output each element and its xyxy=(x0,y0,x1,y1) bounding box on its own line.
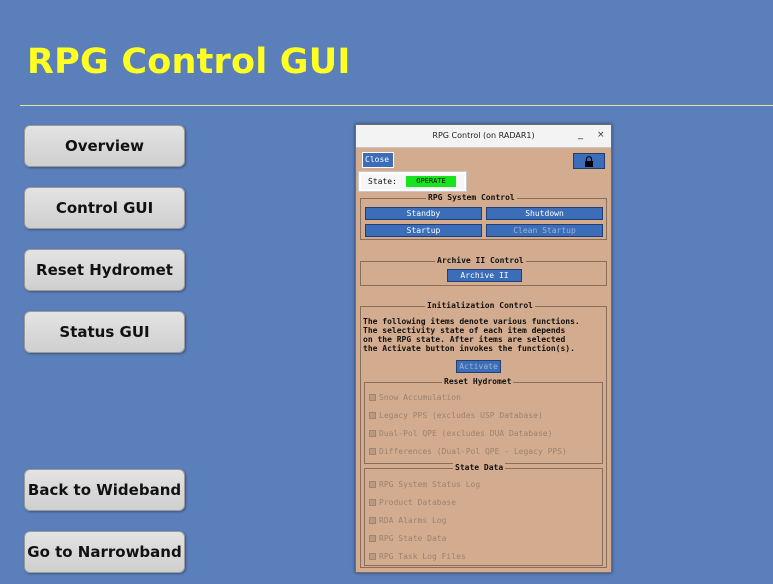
state-value-badge: OPERATE xyxy=(406,176,456,187)
lock-icon xyxy=(585,156,593,167)
product-database-option[interactable]: Product Database xyxy=(369,498,456,507)
checkbox[interactable] xyxy=(369,481,376,488)
checkbox[interactable] xyxy=(369,535,376,542)
system-control-group: RPG System Control Standby Shutdown Star… xyxy=(360,193,607,240)
system-control-label: RPG System Control xyxy=(426,193,517,202)
checkbox[interactable] xyxy=(369,448,376,455)
control-gui-button[interactable]: Control GUI xyxy=(24,187,185,229)
clean-startup-button[interactable]: Clean Startup xyxy=(486,224,603,237)
close-window-icon[interactable]: × xyxy=(597,130,605,140)
go-to-narrowband-button[interactable]: Go to Narrowband xyxy=(24,531,185,573)
standby-button[interactable]: Standby xyxy=(365,207,482,220)
checkbox[interactable] xyxy=(369,499,376,506)
state-label: State: xyxy=(368,177,397,186)
initialization-description: The following items denote various funct… xyxy=(363,317,580,353)
reset-hydromet-button[interactable]: Reset Hydromet xyxy=(24,249,185,291)
close-button[interactable]: Close xyxy=(362,152,394,168)
initialization-control-label: Initialization Control xyxy=(425,301,535,310)
checkbox[interactable] xyxy=(369,517,376,524)
archive-control-label: Archive II Control xyxy=(435,256,526,265)
rpg-control-window: RPG Control (on RADAR1) _ × Close State:… xyxy=(355,124,612,573)
differences-option[interactable]: Differences (Dual-Pol QPE - Legacy PPS) xyxy=(369,447,567,456)
rpg-state-data-option[interactable]: RPG State Data xyxy=(369,534,446,543)
window-title: RPG Control (on RADAR1) xyxy=(432,131,535,140)
checkbox[interactable] xyxy=(369,394,376,401)
startup-button[interactable]: Startup xyxy=(365,224,482,237)
rpg-system-status-log-option[interactable]: RPG System Status Log xyxy=(369,480,480,489)
title-divider xyxy=(20,105,773,106)
checkbox[interactable] xyxy=(369,412,376,419)
legacy-pps-option[interactable]: Legacy PPS (excludes USP Database) xyxy=(369,411,543,420)
activate-button[interactable]: Activate xyxy=(456,360,501,373)
rda-alarms-log-option[interactable]: RDA Alarms Log xyxy=(369,516,446,525)
archive-ii-button[interactable]: Archive II xyxy=(447,269,522,282)
reset-hydromet-label: Reset Hydromet xyxy=(442,377,514,386)
lock-button[interactable] xyxy=(573,153,605,169)
shutdown-button[interactable]: Shutdown xyxy=(486,207,603,220)
snow-accumulation-option[interactable]: Snow Accumulation xyxy=(369,393,461,402)
window-titlebar[interactable]: RPG Control (on RADAR1) _ × xyxy=(356,125,611,148)
status-gui-button[interactable]: Status GUI xyxy=(24,311,185,353)
minimize-icon[interactable]: _ xyxy=(578,129,583,140)
checkbox[interactable] xyxy=(369,430,376,437)
state-indicator: State: OPERATE xyxy=(358,171,467,192)
overview-button[interactable]: Overview xyxy=(24,125,185,167)
rpg-task-log-files-option[interactable]: RPG Task Log Files xyxy=(369,552,466,561)
slide-title: RPG Control GUI xyxy=(27,42,351,82)
back-to-wideband-button[interactable]: Back to Wideband xyxy=(24,469,185,511)
archive-control-group: Archive II Control Archive II xyxy=(360,256,607,286)
checkbox[interactable] xyxy=(369,553,376,560)
dual-pol-qpe-option[interactable]: Dual-Pol QPE (excludes DUA Database) xyxy=(369,429,552,438)
state-data-label: State Data xyxy=(453,463,506,472)
